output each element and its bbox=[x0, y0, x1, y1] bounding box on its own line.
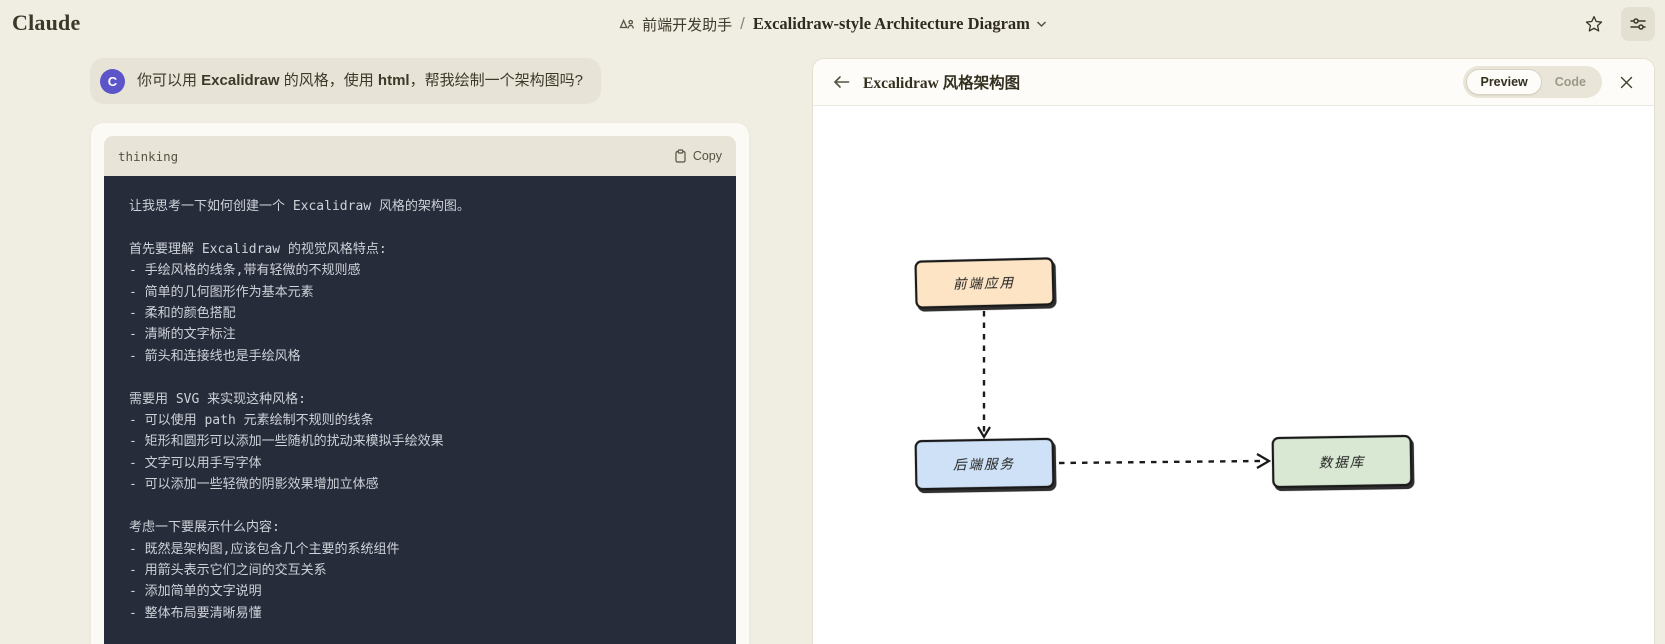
breadcrumb-separator: / bbox=[740, 14, 745, 34]
breadcrumb: 前端开发助手 / Excalidraw-style Architecture D… bbox=[0, 0, 1665, 48]
arrow-left-icon bbox=[833, 75, 850, 89]
chevron-down-icon bbox=[1036, 20, 1047, 28]
clipboard-icon bbox=[674, 149, 687, 163]
chat-title-menu[interactable]: Excalidraw-style Architecture Diagram bbox=[753, 14, 1047, 34]
edge-backend-database bbox=[1059, 454, 1269, 468]
node-frontend: 前端应用 bbox=[915, 258, 1053, 307]
settings-sliders-button[interactable] bbox=[1621, 7, 1655, 41]
artifact-header-actions: Preview Code bbox=[1463, 66, 1640, 98]
node-database-label: 数据库 bbox=[1319, 455, 1366, 472]
edge-frontend-backend bbox=[978, 311, 990, 437]
artifact-header: Excalidraw 风格架构图 Preview Code bbox=[813, 59, 1654, 106]
node-backend-label: 后端服务 bbox=[953, 456, 1015, 473]
tab-preview[interactable]: Preview bbox=[1466, 69, 1541, 95]
view-toggle: Preview Code bbox=[1463, 66, 1602, 98]
tab-code[interactable]: Code bbox=[1542, 70, 1599, 94]
user-avatar: C bbox=[100, 69, 125, 94]
top-bar: Claude 前端开发助手 / Excalidraw-style Archite… bbox=[0, 0, 1665, 48]
chat-column: C 你可以用 Excalidraw 的风格，使用 html，帮我绘制一个架构图吗… bbox=[90, 58, 750, 104]
copy-button[interactable]: Copy bbox=[674, 149, 722, 163]
thinking-codeblock: thinking Copy 让我思考一下如何创建一个 Excalidraw 风格… bbox=[104, 136, 736, 644]
star-button[interactable] bbox=[1577, 7, 1611, 41]
artifact-panel: Excalidraw 风格架构图 Preview Code bbox=[812, 58, 1655, 644]
star-icon bbox=[1584, 14, 1604, 34]
user-message: C 你可以用 Excalidraw 的风格，使用 html，帮我绘制一个架构图吗… bbox=[90, 58, 601, 104]
node-database: 数据库 bbox=[1273, 436, 1412, 487]
architecture-diagram: 前端应用 后端服务 数据库 bbox=[813, 106, 1655, 644]
thinking-label: thinking bbox=[118, 149, 178, 164]
chat-title-text: Excalidraw-style Architecture Diagram bbox=[753, 14, 1030, 34]
node-backend: 后端服务 bbox=[916, 439, 1054, 489]
artifact-title: Excalidraw 风格架构图 bbox=[863, 71, 1020, 93]
back-button[interactable] bbox=[827, 68, 855, 96]
close-artifact-button[interactable] bbox=[1612, 68, 1640, 96]
project-link[interactable]: 前端开发助手 bbox=[618, 14, 732, 35]
thinking-card: thinking Copy 让我思考一下如何创建一个 Excalidraw 风格… bbox=[90, 122, 750, 644]
thinking-header[interactable]: thinking Copy bbox=[104, 136, 736, 176]
copy-button-label: Copy bbox=[693, 149, 722, 163]
close-icon bbox=[1619, 75, 1634, 90]
project-icon bbox=[618, 16, 635, 33]
user-message-text: 你可以用 Excalidraw 的风格，使用 html，帮我绘制一个架构图吗? bbox=[137, 68, 583, 93]
node-frontend-label: 前端应用 bbox=[953, 275, 1015, 293]
topbar-actions bbox=[1577, 7, 1655, 41]
thinking-content: 让我思考一下如何创建一个 Excalidraw 风格的架构图。 首先要理解 Ex… bbox=[104, 176, 736, 644]
project-name: 前端开发助手 bbox=[642, 14, 732, 35]
artifact-preview-canvas: 前端应用 后端服务 数据库 bbox=[813, 106, 1654, 644]
sliders-icon bbox=[1629, 15, 1647, 33]
